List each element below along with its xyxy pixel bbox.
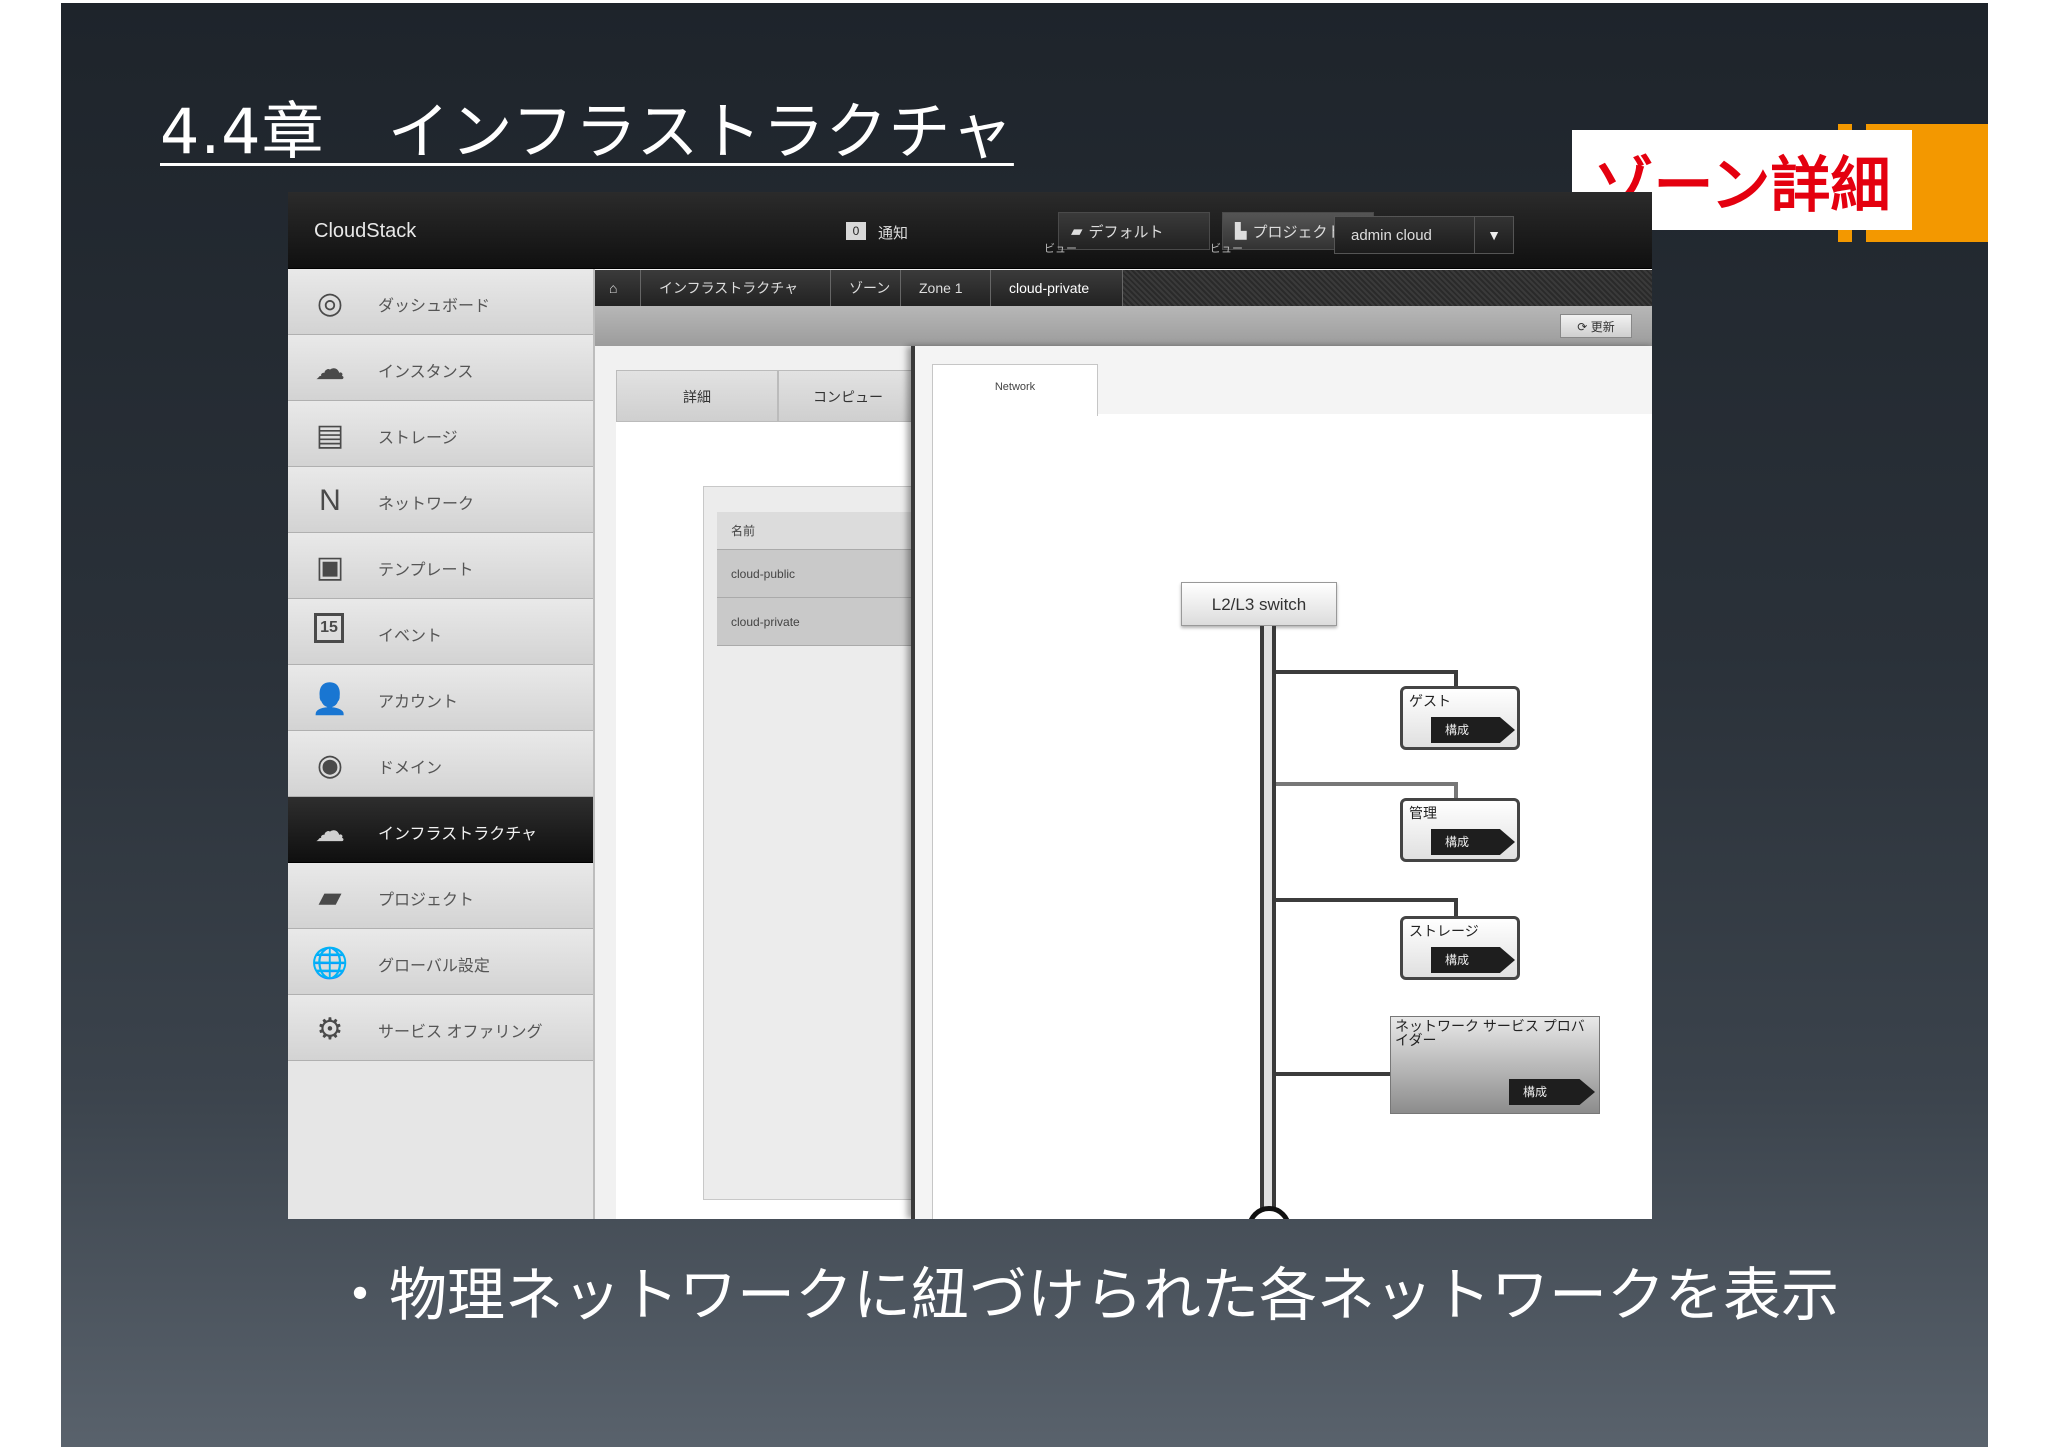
- disk-icon: ▤: [315, 418, 345, 452]
- gear-icon: ⚙: [316, 1012, 344, 1046]
- network-detail-panel: L2/L3 switch ゲスト 構成 管理 構成 ストレージ 構成 ネットワー…: [911, 346, 1652, 1219]
- sidebar-item-templates[interactable]: ▣ テンプレート: [288, 533, 593, 599]
- list-item[interactable]: cloud-private: [717, 598, 917, 646]
- sidebar-item-events[interactable]: 15 イベント: [288, 599, 593, 665]
- refresh-button[interactable]: ⟳ 更新: [1560, 314, 1632, 338]
- cloud-icon: ☁: [315, 352, 345, 386]
- slide-bullet-text: ・物理ネットワークに紐づけられた各ネットワークを表示: [331, 1261, 1840, 1329]
- sidebar: ◎ ダッシュボード ☁ インスタンス ▤ ストレージ N ネットワーク ▣ テン…: [288, 269, 595, 1219]
- sidebar-item-accounts[interactable]: 👤 アカウント: [288, 665, 593, 731]
- guest-branch-line: [1276, 670, 1458, 674]
- guest-configure-button[interactable]: 構成: [1431, 717, 1515, 743]
- list-item[interactable]: cloud-public: [717, 550, 917, 598]
- sidebar-item-storage[interactable]: ▤ ストレージ: [288, 401, 593, 467]
- storage-branch-drop: [1454, 898, 1458, 918]
- management-configure-button[interactable]: 構成: [1431, 829, 1515, 855]
- default-view-label: デフォルト: [1088, 223, 1164, 241]
- user-icon: 👤: [311, 682, 349, 716]
- provider-label: ネットワーク サービス プロバイダー: [1395, 1018, 1585, 1048]
- sidebar-item-label: ストレージ: [378, 430, 458, 447]
- sidebar-item-label: ネットワーク: [378, 496, 475, 513]
- sidebar-item-label: イベント: [378, 628, 443, 645]
- sidebar-item-projects[interactable]: ▰ プロジェクト: [288, 863, 593, 929]
- network-service-provider-node: ネットワーク サービス プロバイダー 構成: [1390, 1016, 1600, 1114]
- sidebar-item-service-offerings[interactable]: ⚙ サービス オファリング: [288, 995, 593, 1061]
- sidebar-item-label: プロジェクト: [378, 892, 475, 909]
- refresh-icon: ⟳: [1577, 320, 1588, 334]
- network-diagram-canvas: L2/L3 switch ゲスト 構成 管理 構成 ストレージ 構成 ネットワー…: [932, 414, 1652, 1219]
- user-name: admin cloud: [1351, 227, 1432, 244]
- breadcrumb-zones[interactable]: ゾーン: [831, 270, 901, 306]
- provider-branch-line: [1276, 1072, 1392, 1076]
- tab-details[interactable]: 詳細: [616, 370, 778, 422]
- storage-network-label: ストレージ: [1409, 923, 1479, 939]
- globe-icon: 🌐: [311, 946, 349, 980]
- toolbar: ⟳ 更新: [595, 306, 1652, 347]
- breadcrumb-zone1[interactable]: Zone 1: [901, 270, 991, 306]
- storage-network-node: ストレージ 構成: [1400, 916, 1520, 980]
- guest-network-label: ゲスト: [1409, 693, 1451, 709]
- default-view-sub: ビュー: [1044, 243, 1077, 255]
- sidebar-item-dashboard[interactable]: ◎ ダッシュボード: [288, 269, 593, 335]
- tab-network[interactable]: Network: [932, 364, 1098, 416]
- sidebar-item-label: グローバル設定: [378, 958, 490, 975]
- user-menu-button[interactable]: admin cloud ▼: [1334, 216, 1514, 254]
- sidebar-item-label: テンプレート: [378, 562, 474, 579]
- sidebar-item-global-settings[interactable]: 🌐 グローバル設定: [288, 929, 593, 995]
- calendar-icon: 15: [314, 613, 344, 643]
- breadcrumb-infrastructure[interactable]: インフラストラクチャ: [641, 270, 831, 306]
- storage-branch-line: [1276, 898, 1458, 902]
- app-logo: CloudStack: [314, 220, 417, 242]
- domain-icon: ◉: [316, 748, 344, 782]
- chevron-down-icon[interactable]: ▼: [1474, 217, 1513, 253]
- list-header-name: 名前: [717, 512, 917, 550]
- trunk-line-edge: [1272, 626, 1276, 1210]
- slide-title: 4.4章 インフラストラクチャ: [160, 95, 1014, 168]
- template-icon: ▣: [315, 550, 345, 584]
- breadcrumb-cloud-private[interactable]: cloud-private: [991, 270, 1123, 306]
- management-network-label: 管理: [1409, 805, 1437, 821]
- home-icon[interactable]: ⌂: [595, 270, 641, 306]
- breadcrumb: ⌂ インフラストラクチャ ゾーン Zone 1 cloud-private: [595, 270, 1652, 306]
- network-icon: N: [319, 484, 341, 517]
- sidebar-item-network[interactable]: N ネットワーク: [288, 467, 593, 533]
- top-bar: CloudStack 0 通知 ▰ デフォルト ビュー ▙ プロジェクト ビュー…: [288, 192, 1652, 269]
- folder-icon: ▰: [318, 880, 342, 914]
- notification-count-badge[interactable]: 0: [846, 222, 866, 240]
- project-view-sub: ビュー: [1210, 243, 1243, 255]
- default-view-button[interactable]: ▰ デフォルト: [1058, 212, 1210, 250]
- infrastructure-icon: ☁: [315, 814, 345, 848]
- refresh-label: 更新: [1590, 320, 1615, 334]
- dashboard-icon: ◎: [316, 286, 344, 320]
- sidebar-item-label: インフラストラクチャ: [378, 826, 538, 843]
- sidebar-item-label: サービス オファリング: [378, 1024, 543, 1041]
- project-icon: ▙: [1235, 223, 1247, 240]
- l2-l3-switch-node: L2/L3 switch: [1181, 582, 1337, 626]
- project-view-label: プロジェクト: [1252, 223, 1343, 241]
- sidebar-item-label: アカウント: [378, 694, 459, 711]
- tab-compute[interactable]: コンピュー: [778, 370, 918, 422]
- management-branch-line: [1276, 782, 1458, 786]
- sidebar-item-infrastructure[interactable]: ☁ インフラストラクチャ: [288, 797, 593, 863]
- provider-configure-button[interactable]: 構成: [1509, 1079, 1595, 1105]
- sidebar-item-label: ダッシュボード: [378, 298, 491, 315]
- sidebar-item-label: インスタンス: [378, 364, 474, 381]
- sidebar-item-instances[interactable]: ☁ インスタンス: [288, 335, 593, 401]
- management-network-node: 管理 構成: [1400, 798, 1520, 862]
- cloudstack-screenshot: CloudStack 0 通知 ▰ デフォルト ビュー ▙ プロジェクト ビュー…: [288, 192, 1652, 1219]
- sidebar-item-label: ドメイン: [378, 760, 443, 777]
- notifications-link[interactable]: 通知: [878, 222, 908, 243]
- trunk-end-node: [1247, 1206, 1291, 1219]
- guest-network-node: ゲスト 構成: [1400, 686, 1520, 750]
- storage-configure-button[interactable]: 構成: [1431, 947, 1515, 973]
- folder-icon: ▰: [1071, 223, 1083, 240]
- trunk-line-core: [1264, 626, 1272, 1210]
- sidebar-item-domains[interactable]: ◉ ドメイン: [288, 731, 593, 797]
